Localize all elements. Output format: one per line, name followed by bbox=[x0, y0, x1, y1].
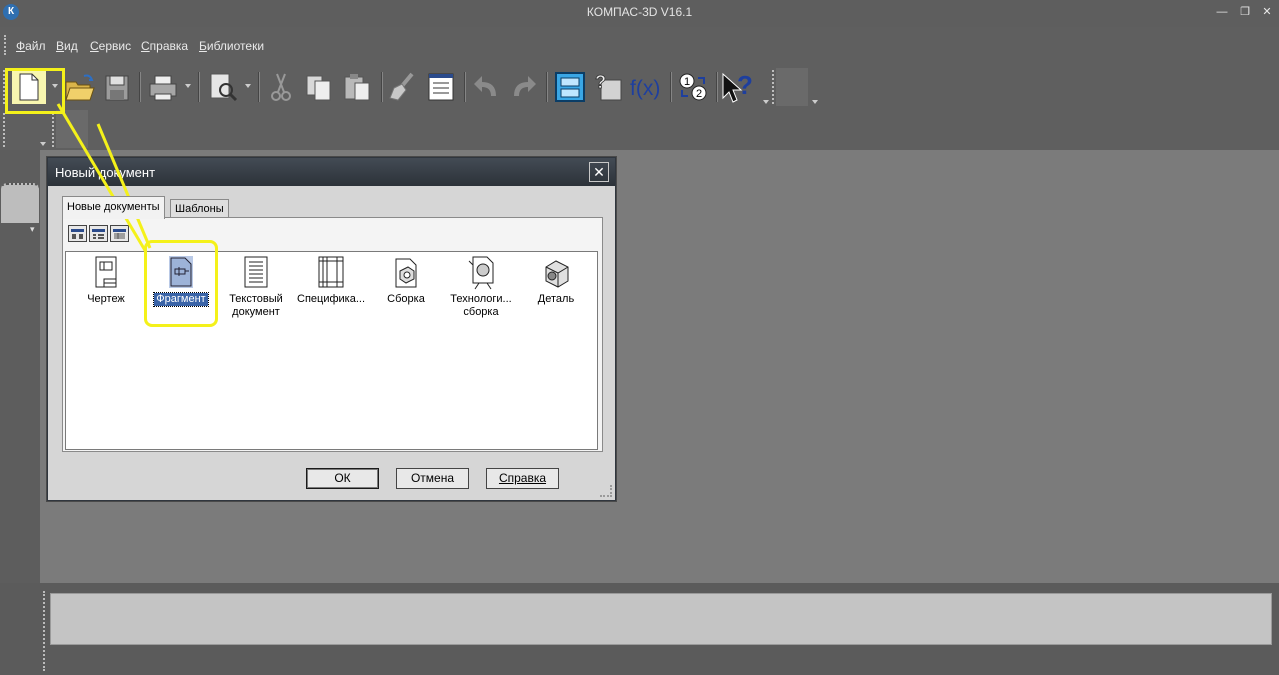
annotation-arrows bbox=[56, 103, 152, 253]
tab-new-documents[interactable]: Новые документы bbox=[62, 196, 165, 219]
